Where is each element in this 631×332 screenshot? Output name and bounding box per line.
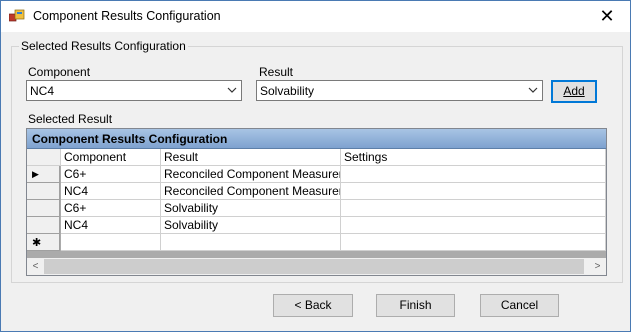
table-cell[interactable]: Solvability — [161, 200, 341, 217]
table-cell[interactable] — [341, 217, 606, 234]
dialog-window: Component Results Configuration ✕ Select… — [0, 0, 631, 332]
scrollbar-thumb[interactable] — [44, 259, 584, 274]
table-cell[interactable]: Solvability — [161, 217, 341, 234]
grid-caption: Component Results Configuration — [27, 129, 606, 149]
new-row-header[interactable]: ✱ — [27, 234, 60, 251]
component-dropdown-value: NC4 — [30, 84, 55, 98]
table-cell[interactable] — [341, 183, 606, 200]
grid-corner-header — [27, 149, 61, 166]
row-header[interactable] — [27, 200, 60, 217]
table-cell[interactable]: C6+ — [61, 166, 161, 183]
cancel-button[interactable]: Cancel — [480, 294, 559, 317]
column-header-settings[interactable]: Settings — [341, 149, 606, 166]
add-button-label: Add — [563, 84, 585, 98]
current-row-arrow-icon: ▶ — [32, 168, 39, 179]
new-row-cell[interactable] — [161, 234, 341, 251]
close-button[interactable]: ✕ — [584, 1, 630, 32]
table-cell[interactable]: Reconciled Component Measurem — [161, 183, 341, 200]
horizontal-scrollbar[interactable]: < > — [27, 258, 606, 275]
selected-result-label: Selected Result — [28, 112, 113, 126]
title-bar: Component Results Configuration ✕ — [1, 1, 630, 32]
table-cell[interactable]: Reconciled Component Measurem — [161, 166, 341, 183]
app-icon — [9, 9, 25, 22]
scroll-left-icon[interactable]: < — [27, 258, 44, 275]
row-header[interactable] — [27, 217, 60, 234]
new-row-asterisk-icon: ✱ — [32, 236, 42, 249]
component-dropdown[interactable]: NC4 — [26, 80, 242, 101]
group-title: Selected Results Configuration — [19, 39, 188, 53]
component-label: Component — [28, 65, 91, 79]
back-button[interactable]: < Back — [273, 294, 353, 317]
table-cell[interactable]: NC4 — [61, 183, 161, 200]
close-icon: ✕ — [599, 6, 615, 26]
result-label: Result — [259, 65, 294, 79]
chevron-down-icon — [528, 87, 538, 93]
table-cell[interactable]: NC4 — [61, 217, 161, 234]
table-cell[interactable] — [341, 200, 606, 217]
add-button[interactable]: Add — [551, 80, 597, 103]
column-header-component[interactable]: Component — [61, 149, 161, 166]
row-header[interactable] — [27, 183, 60, 200]
window-title: Component Results Configuration — [33, 9, 221, 23]
scroll-right-icon[interactable]: > — [589, 258, 606, 275]
new-row-cell[interactable] — [341, 234, 606, 251]
finish-button[interactable]: Finish — [376, 294, 455, 317]
new-row-cell[interactable] — [61, 234, 161, 251]
table-cell[interactable] — [341, 166, 606, 183]
result-dropdown[interactable]: Solvability — [256, 80, 543, 101]
column-header-result[interactable]: Result — [161, 149, 341, 166]
results-grid[interactable]: Component Results Configuration Componen… — [26, 128, 607, 276]
chevron-down-icon — [227, 87, 237, 93]
table-cell[interactable]: C6+ — [61, 200, 161, 217]
result-dropdown-value: Solvability — [260, 84, 315, 98]
row-header[interactable]: ▶ — [27, 166, 60, 183]
